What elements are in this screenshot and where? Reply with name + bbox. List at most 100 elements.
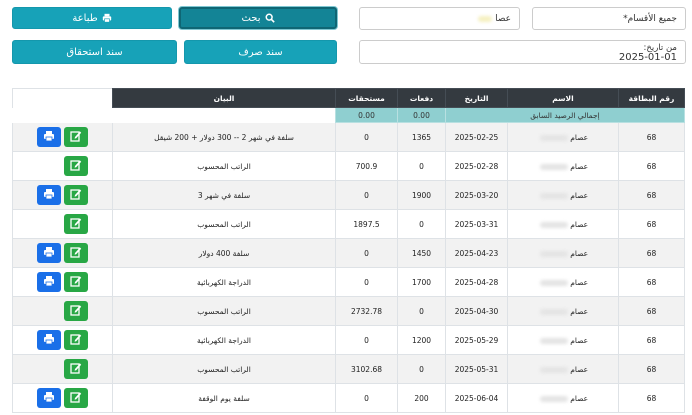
redacted-name	[539, 366, 568, 373]
print-button[interactable]: طباعة	[12, 7, 172, 29]
edit-button[interactable]	[64, 359, 88, 379]
cell-description: سلفة في شهر 2 -- 300 دولار + 200 شيقل	[112, 122, 336, 152]
table-row: 68 عصام 2025-03-20 1900 0 سلفة في شهر 3	[12, 180, 685, 210]
cell-name: عصام	[507, 180, 619, 210]
cell-date: 2025-03-20	[445, 180, 508, 210]
header-actions	[12, 88, 113, 108]
payment-voucher-button[interactable]: سند صرف	[184, 40, 337, 64]
cell-description: الدراجة الكهربائية	[112, 325, 336, 355]
cell-dues: 0	[335, 325, 398, 355]
edit-button[interactable]	[64, 127, 88, 147]
cell-name-text: عصام	[570, 248, 589, 258]
header-card-number: رقم البطاقة	[618, 88, 685, 108]
cell-card: 68	[618, 383, 685, 413]
cell-description: الدراجة الكهربائية	[112, 267, 336, 297]
cell-dues: 700.9	[335, 151, 398, 181]
cell-card: 68	[618, 296, 685, 326]
header-date: التاريخ	[445, 88, 508, 108]
cell-dues: 2732.78	[335, 296, 398, 326]
cell-payments: 1200	[397, 325, 446, 355]
cell-name-text: عصام	[570, 219, 589, 229]
cell-dues: 1897.5	[335, 209, 398, 239]
cell-card: 68	[618, 354, 685, 384]
table-row: 68 عصام 2025-04-23 1450 0 سلفة 400 دولار	[12, 238, 685, 268]
cell-dues: 0	[335, 238, 398, 268]
cell-payments: 1365	[397, 122, 446, 152]
edit-icon	[70, 159, 82, 173]
redacted-name	[539, 308, 568, 315]
cell-date: 2025-02-25	[445, 122, 508, 152]
cell-date: 2025-04-23	[445, 238, 508, 268]
cell-dues: 0	[335, 122, 398, 152]
entitlement-voucher-button[interactable]: سند استحقاق	[12, 40, 177, 64]
header-name: الاسم	[507, 88, 619, 108]
cell-date: 2025-05-31	[445, 354, 508, 384]
edit-button[interactable]	[64, 272, 88, 292]
cell-actions	[12, 354, 113, 384]
payment-voucher-label: سند صرف	[238, 46, 283, 58]
print-voucher-button[interactable]	[37, 272, 61, 292]
table-row: 68 عصام 2025-05-29 1200 0 الدراجة الكهربائية	[12, 325, 685, 355]
print-icon	[43, 188, 55, 202]
cell-name-text: عصام	[570, 132, 589, 142]
table-header-row: رقم البطاقة الاسم التاريخ دفعات مستحقات …	[12, 88, 685, 108]
cell-name-text: عصام	[570, 161, 589, 171]
cell-name-text: عصام	[570, 277, 589, 287]
cell-actions	[12, 267, 113, 297]
search-button[interactable]: بحث	[179, 7, 337, 29]
print-voucher-button[interactable]	[37, 243, 61, 263]
cell-actions	[12, 180, 113, 210]
cell-actions	[12, 151, 113, 181]
cell-card: 68	[618, 209, 685, 239]
cell-date: 2025-06-04	[445, 383, 508, 413]
print-icon	[102, 13, 111, 23]
edit-icon	[70, 275, 82, 289]
edit-button[interactable]	[64, 330, 88, 350]
cell-payments: 1900	[397, 180, 446, 210]
cell-dues: 0	[335, 180, 398, 210]
redacted-name	[539, 279, 568, 286]
edit-button[interactable]	[64, 156, 88, 176]
from-date-field[interactable]: من تاريخ: 2025-01-01	[359, 40, 686, 64]
cell-description: الراتب المحسوب	[112, 209, 336, 239]
table-row: 68 عصام 2025-04-30 0 2732.78 الراتب المحسوب	[12, 296, 685, 326]
department-select[interactable]: جميع الأقسام*	[532, 7, 686, 30]
redacted-name	[478, 15, 493, 22]
department-select-value: جميع الأقسام*	[623, 14, 677, 24]
cell-description: الراتب المحسوب	[112, 151, 336, 181]
summary-dues: 0.00	[335, 107, 398, 123]
print-icon	[43, 275, 55, 289]
cell-date: 2025-05-29	[445, 325, 508, 355]
header-payments: دفعات	[397, 88, 446, 108]
print-voucher-button[interactable]	[37, 127, 61, 147]
edit-button[interactable]	[64, 388, 88, 408]
edit-button[interactable]	[64, 243, 88, 263]
employee-search-input[interactable]: عصا	[359, 7, 520, 30]
statement-table: رقم البطاقة الاسم التاريخ دفعات مستحقات …	[12, 88, 685, 413]
edit-icon	[70, 362, 82, 376]
summary-label: إجمالي الرصيد السابق	[445, 107, 685, 123]
edit-icon	[70, 188, 82, 202]
cell-payments: 0	[397, 209, 446, 239]
print-icon	[43, 130, 55, 144]
edit-button[interactable]	[64, 214, 88, 234]
edit-button[interactable]	[64, 185, 88, 205]
cell-description: الراتب المحسوب	[112, 296, 336, 326]
cell-description: سلفة 400 دولار	[112, 238, 336, 268]
cell-name: عصام	[507, 354, 619, 384]
cell-actions	[12, 122, 113, 152]
print-voucher-button[interactable]	[37, 388, 61, 408]
print-voucher-button[interactable]	[37, 330, 61, 350]
cell-payments: 0	[397, 296, 446, 326]
cell-card: 68	[618, 180, 685, 210]
print-voucher-button[interactable]	[37, 185, 61, 205]
redacted-name	[539, 134, 568, 141]
edit-button[interactable]	[64, 301, 88, 321]
cell-name: عصام	[507, 267, 619, 297]
cell-actions	[12, 325, 113, 355]
cell-card: 68	[618, 238, 685, 268]
edit-icon	[70, 130, 82, 144]
cell-actions	[12, 296, 113, 326]
cell-name-text: عصام	[570, 393, 589, 403]
cell-payments: 0	[397, 354, 446, 384]
